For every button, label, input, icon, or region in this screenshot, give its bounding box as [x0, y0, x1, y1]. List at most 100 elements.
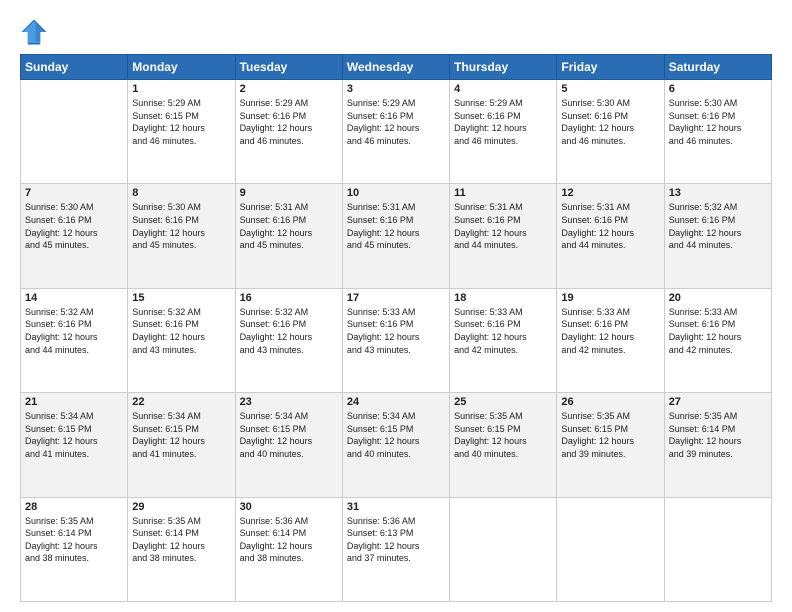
day-info: Sunrise: 5:33 AM Sunset: 6:16 PM Dayligh… — [669, 306, 767, 356]
day-info: Sunrise: 5:35 AM Sunset: 6:14 PM Dayligh… — [25, 515, 123, 565]
calendar-week-row: 7 Sunrise: 5:30 AM Sunset: 6:16 PM Daylig… — [21, 184, 772, 288]
weekday-header: Friday — [557, 55, 664, 80]
day-number: 2 — [240, 83, 338, 95]
day-number: 13 — [669, 187, 767, 199]
day-info: Sunrise: 5:31 AM Sunset: 6:16 PM Dayligh… — [454, 201, 552, 251]
calendar-week-row: 28 Sunrise: 5:35 AM Sunset: 6:14 PM Dayli… — [21, 497, 772, 601]
calendar-day-cell: 3 Sunrise: 5:29 AM Sunset: 6:16 PM Daylig… — [342, 80, 449, 184]
calendar-day-cell: 4 Sunrise: 5:29 AM Sunset: 6:16 PM Daylig… — [450, 80, 557, 184]
day-number: 16 — [240, 292, 338, 304]
day-number: 31 — [347, 501, 445, 513]
day-number: 7 — [25, 187, 123, 199]
calendar-day-cell: 20 Sunrise: 5:33 AM Sunset: 6:16 PM Dayli… — [664, 288, 771, 392]
day-number: 22 — [132, 396, 230, 408]
day-info: Sunrise: 5:35 AM Sunset: 6:14 PM Dayligh… — [669, 410, 767, 460]
calendar-day-cell: 18 Sunrise: 5:33 AM Sunset: 6:16 PM Dayli… — [450, 288, 557, 392]
day-info: Sunrise: 5:30 AM Sunset: 6:16 PM Dayligh… — [25, 201, 123, 251]
day-number: 27 — [669, 396, 767, 408]
day-number: 8 — [132, 187, 230, 199]
day-number: 29 — [132, 501, 230, 513]
day-number: 10 — [347, 187, 445, 199]
day-number: 18 — [454, 292, 552, 304]
weekday-header: Sunday — [21, 55, 128, 80]
calendar-day-cell: 11 Sunrise: 5:31 AM Sunset: 6:16 PM Dayli… — [450, 184, 557, 288]
day-info: Sunrise: 5:35 AM Sunset: 6:15 PM Dayligh… — [561, 410, 659, 460]
calendar-day-cell: 25Sunrise: 5:35 AM Sunset: 6:15 PM Dayli… — [450, 393, 557, 497]
day-number: 14 — [25, 292, 123, 304]
calendar-day-cell: 26 Sunrise: 5:35 AM Sunset: 6:15 PM Dayli… — [557, 393, 664, 497]
calendar-day-cell: 10 Sunrise: 5:31 AM Sunset: 6:16 PM Dayli… — [342, 184, 449, 288]
day-number: 30 — [240, 501, 338, 513]
calendar-day-cell: 14 Sunrise: 5:32 AM Sunset: 6:16 PM Dayli… — [21, 288, 128, 392]
calendar-day-cell: 13 Sunrise: 5:32 AM Sunset: 6:16 PM Dayli… — [664, 184, 771, 288]
calendar-day-cell: 7 Sunrise: 5:30 AM Sunset: 6:16 PM Daylig… — [21, 184, 128, 288]
day-info: Sunrise: 5:34 AM Sunset: 6:15 PM Dayligh… — [347, 410, 445, 460]
calendar-day-cell: 12Sunrise: 5:31 AM Sunset: 6:16 PM Dayli… — [557, 184, 664, 288]
day-number: 20 — [669, 292, 767, 304]
day-number: 17 — [347, 292, 445, 304]
day-info: Sunrise: 5:29 AM Sunset: 6:16 PM Dayligh… — [240, 97, 338, 147]
calendar-day-cell: 29Sunrise: 5:35 AM Sunset: 6:14 PM Dayli… — [128, 497, 235, 601]
day-info: Sunrise: 5:32 AM Sunset: 6:16 PM Dayligh… — [25, 306, 123, 356]
calendar-day-cell: 15 Sunrise: 5:32 AM Sunset: 6:16 PM Dayli… — [128, 288, 235, 392]
day-number: 26 — [561, 396, 659, 408]
day-number: 28 — [25, 501, 123, 513]
day-number: 15 — [132, 292, 230, 304]
day-info: Sunrise: 5:29 AM Sunset: 6:16 PM Dayligh… — [454, 97, 552, 147]
day-number: 9 — [240, 187, 338, 199]
day-number: 5 — [561, 83, 659, 95]
calendar-day-cell: 21 Sunrise: 5:34 AM Sunset: 6:15 PM Dayli… — [21, 393, 128, 497]
day-number: 12 — [561, 187, 659, 199]
day-info: Sunrise: 5:29 AM Sunset: 6:16 PM Dayligh… — [347, 97, 445, 147]
day-info: Sunrise: 5:33 AM Sunset: 6:16 PM Dayligh… — [454, 306, 552, 356]
weekday-header: Tuesday — [235, 55, 342, 80]
calendar-week-row: 21 Sunrise: 5:34 AM Sunset: 6:15 PM Dayli… — [21, 393, 772, 497]
calendar-day-cell: 27 Sunrise: 5:35 AM Sunset: 6:14 PM Dayli… — [664, 393, 771, 497]
day-info: Sunrise: 5:31 AM Sunset: 6:16 PM Dayligh… — [347, 201, 445, 251]
calendar-day-cell: 6 Sunrise: 5:30 AM Sunset: 6:16 PM Daylig… — [664, 80, 771, 184]
weekday-header: Monday — [128, 55, 235, 80]
calendar-day-cell — [450, 497, 557, 601]
day-info: Sunrise: 5:30 AM Sunset: 6:16 PM Dayligh… — [669, 97, 767, 147]
page: SundayMondayTuesdayWednesdayThursdayFrid… — [0, 0, 792, 612]
calendar-week-row: 1 Sunrise: 5:29 AM Sunset: 6:15 PM Daylig… — [21, 80, 772, 184]
calendar-day-cell: 16Sunrise: 5:32 AM Sunset: 6:16 PM Dayli… — [235, 288, 342, 392]
day-info: Sunrise: 5:34 AM Sunset: 6:15 PM Dayligh… — [25, 410, 123, 460]
calendar-day-cell: 23 Sunrise: 5:34 AM Sunset: 6:15 PM Dayli… — [235, 393, 342, 497]
day-info: Sunrise: 5:29 AM Sunset: 6:15 PM Dayligh… — [132, 97, 230, 147]
calendar-day-cell — [664, 497, 771, 601]
day-info: Sunrise: 5:34 AM Sunset: 6:15 PM Dayligh… — [132, 410, 230, 460]
calendar-day-cell — [557, 497, 664, 601]
day-info: Sunrise: 5:36 AM Sunset: 6:14 PM Dayligh… — [240, 515, 338, 565]
day-number: 6 — [669, 83, 767, 95]
day-info: Sunrise: 5:34 AM Sunset: 6:15 PM Dayligh… — [240, 410, 338, 460]
logo — [20, 18, 52, 46]
day-info: Sunrise: 5:32 AM Sunset: 6:16 PM Dayligh… — [669, 201, 767, 251]
calendar-day-cell: 28 Sunrise: 5:35 AM Sunset: 6:14 PM Dayli… — [21, 497, 128, 601]
day-number: 11 — [454, 187, 552, 199]
day-number: 3 — [347, 83, 445, 95]
day-number: 21 — [25, 396, 123, 408]
day-number: 23 — [240, 396, 338, 408]
day-info: Sunrise: 5:31 AM Sunset: 6:16 PM Dayligh… — [240, 201, 338, 251]
weekday-header: Wednesday — [342, 55, 449, 80]
calendar-day-cell — [21, 80, 128, 184]
calendar-day-cell: 9 Sunrise: 5:31 AM Sunset: 6:16 PM Daylig… — [235, 184, 342, 288]
calendar-day-cell: 1 Sunrise: 5:29 AM Sunset: 6:15 PM Daylig… — [128, 80, 235, 184]
calendar-day-cell: 8Sunrise: 5:30 AM Sunset: 6:16 PM Daylig… — [128, 184, 235, 288]
calendar-table: SundayMondayTuesdayWednesdayThursdayFrid… — [20, 54, 772, 602]
day-info: Sunrise: 5:30 AM Sunset: 6:16 PM Dayligh… — [561, 97, 659, 147]
calendar-day-cell: 17 Sunrise: 5:33 AM Sunset: 6:16 PM Dayli… — [342, 288, 449, 392]
calendar-week-row: 14 Sunrise: 5:32 AM Sunset: 6:16 PM Dayli… — [21, 288, 772, 392]
header — [20, 18, 772, 46]
calendar-day-cell: 2 Sunrise: 5:29 AM Sunset: 6:16 PM Daylig… — [235, 80, 342, 184]
day-info: Sunrise: 5:33 AM Sunset: 6:16 PM Dayligh… — [347, 306, 445, 356]
logo-icon — [20, 18, 48, 46]
calendar-day-cell: 22 Sunrise: 5:34 AM Sunset: 6:15 PM Dayli… — [128, 393, 235, 497]
day-info: Sunrise: 5:33 AM Sunset: 6:16 PM Dayligh… — [561, 306, 659, 356]
day-number: 1 — [132, 83, 230, 95]
day-info: Sunrise: 5:32 AM Sunset: 6:16 PM Dayligh… — [132, 306, 230, 356]
calendar-day-cell: 19Sunrise: 5:33 AM Sunset: 6:16 PM Dayli… — [557, 288, 664, 392]
calendar-day-cell: 30 Sunrise: 5:36 AM Sunset: 6:14 PM Dayli… — [235, 497, 342, 601]
day-number: 4 — [454, 83, 552, 95]
